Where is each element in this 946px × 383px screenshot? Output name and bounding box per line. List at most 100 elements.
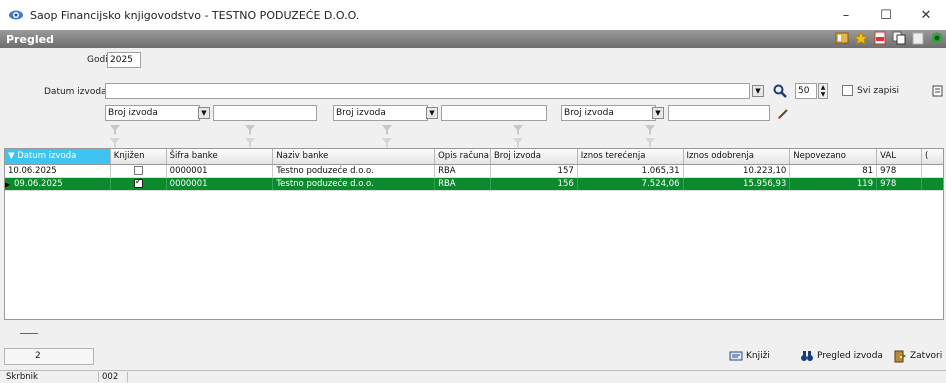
column-filter-icon[interactable] xyxy=(645,125,655,135)
statements-grid: ▼ Datum izvoda Knjižen Šifra banke Naziv… xyxy=(4,148,944,320)
knjizen-checkbox[interactable] xyxy=(133,178,143,188)
cell-more xyxy=(922,178,943,190)
table-row[interactable]: 10.06.2025 0000001 Testno poduzeće d.o.o… xyxy=(5,165,943,178)
godina-input[interactable]: 2025 xyxy=(107,52,141,68)
cell-nepov: 81 xyxy=(790,165,878,177)
layout-icon[interactable] xyxy=(835,31,849,45)
cell-sifra: 0000001 xyxy=(167,165,274,177)
window-titlebar: Saop Financijsko knjigovodstvo - TESTNO … xyxy=(0,0,946,30)
cell-knjizen xyxy=(111,178,167,190)
filter-field-3[interactable]: Broj izvoda xyxy=(561,105,656,121)
status-code: 002 xyxy=(98,372,128,382)
cell-odobr: 10.223,10 xyxy=(684,165,791,177)
cell-datum: 10.06.2025 xyxy=(5,165,111,177)
cell-nepov: 119 xyxy=(790,178,878,190)
cell-more xyxy=(922,165,943,177)
column-header-naziv-banke[interactable]: Naziv banke xyxy=(273,149,436,164)
view-header: Pregled xyxy=(0,30,946,48)
record-count: 2 xyxy=(4,348,94,365)
cell-datum-value: 09.06.2025 xyxy=(14,179,63,189)
column-filter-icon[interactable] xyxy=(513,125,523,135)
column-filter-icon[interactable] xyxy=(110,125,120,135)
refresh-icon[interactable] xyxy=(930,31,944,45)
svi-zapisi-label: Svi zapisi xyxy=(857,86,900,96)
filter-form: Godina 2025 Datum izvoda ▼ 50 ▲ ▼ Svi zap… xyxy=(0,48,946,148)
column-header-datum-izvoda[interactable]: ▼ Datum izvoda xyxy=(5,149,111,164)
column-header-more[interactable]: ( xyxy=(922,149,943,164)
svi-zapisi-checkbox[interactable] xyxy=(842,85,853,96)
cell-opis: RBA xyxy=(435,178,491,190)
cell-naziv: Testno poduzeće d.o.o. xyxy=(273,165,436,177)
filter-value-3[interactable] xyxy=(668,105,770,121)
row-pointer-icon: ▶ xyxy=(5,179,10,190)
favorite-star-icon[interactable] xyxy=(854,31,868,45)
cell-odobr: 15.956,93 xyxy=(684,178,791,190)
column-header-val[interactable]: VAL xyxy=(877,149,923,164)
cell-broj: 157 xyxy=(491,165,578,177)
cell-opis: RBA xyxy=(435,165,491,177)
column-header-sifra-banke[interactable]: Šifra banke xyxy=(167,149,274,164)
export-icon[interactable] xyxy=(932,84,946,98)
column-filter-icon[interactable] xyxy=(382,138,392,148)
column-filter-icon[interactable] xyxy=(245,138,255,148)
maximize-button[interactable]: ☐ xyxy=(866,0,906,30)
column-filter-icon[interactable] xyxy=(645,138,655,148)
pregled-izvoda-button[interactable]: Pregled izvoda xyxy=(800,347,883,365)
filter-field-3-dropdown[interactable]: ▼ xyxy=(652,107,664,119)
post-icon xyxy=(729,351,743,361)
view-title: Pregled xyxy=(6,32,54,46)
zatvori-button[interactable]: Zatvori xyxy=(893,347,942,365)
cell-val: 978 xyxy=(877,178,923,190)
status-user: Skrbnik xyxy=(6,372,38,382)
column-header-broj-izvoda[interactable]: Broj izvoda xyxy=(491,149,578,164)
close-button[interactable]: ✕ xyxy=(906,0,946,30)
filter-field-1-dropdown[interactable]: ▼ xyxy=(198,107,210,119)
column-filter-icon[interactable] xyxy=(513,138,523,148)
cell-val: 978 xyxy=(877,165,923,177)
cell-naziv: Testno poduzeće d.o.o. xyxy=(273,178,436,190)
filter-field-2-dropdown[interactable]: ▼ xyxy=(426,107,438,119)
pregled-izvoda-label: Pregled izvoda xyxy=(817,351,883,361)
cell-broj: 156 xyxy=(491,178,578,190)
cell-sifra: 0000001 xyxy=(167,178,274,190)
search-icon[interactable] xyxy=(773,84,787,98)
copy-icon[interactable] xyxy=(892,31,906,45)
pdf-icon[interactable] xyxy=(873,31,887,45)
column-header-iznos-terecenja[interactable]: Iznos terećenja xyxy=(578,149,684,164)
column-header-iznos-odobrenja[interactable]: Iznos odobrenja xyxy=(684,149,791,164)
cell-teret: 7.524,06 xyxy=(578,178,684,190)
paste-icon[interactable] xyxy=(911,31,925,45)
pencil-icon[interactable] xyxy=(777,108,789,120)
datum-dropdown-button[interactable]: ▼ xyxy=(752,85,764,97)
column-header-label: Datum izvoda xyxy=(17,151,77,161)
datum-izvoda-label: Datum izvoda xyxy=(44,87,107,97)
filter-field-1[interactable]: Broj izvoda xyxy=(105,105,200,121)
column-header-knjizen[interactable]: Knjižen xyxy=(111,149,167,164)
limit-input[interactable]: 50 xyxy=(795,83,817,99)
binoculars-icon xyxy=(801,351,813,361)
knjizi-button[interactable]: Knjiži xyxy=(729,347,770,365)
exit-icon xyxy=(894,350,906,363)
table-row-selected[interactable]: ▶ 09.06.2025 0000001 Testno poduzeće d.o.… xyxy=(5,178,943,191)
grid-header: ▼ Datum izvoda Knjižen Šifra banke Naziv… xyxy=(5,149,943,165)
filter-value-2[interactable] xyxy=(441,105,547,121)
limit-stepper[interactable]: ▲ ▼ xyxy=(818,83,828,99)
window-title: Saop Financijsko knjigovodstvo - TESTNO … xyxy=(30,8,360,22)
column-header-opis-racuna[interactable]: Opis računa xyxy=(435,149,491,164)
divider xyxy=(20,333,38,334)
filter-field-2[interactable]: Broj izvoda xyxy=(333,105,428,121)
minimize-button[interactable]: – xyxy=(826,0,866,30)
column-filter-icon[interactable] xyxy=(110,138,120,148)
knjizen-checkbox[interactable] xyxy=(133,166,143,175)
datum-izvoda-input[interactable] xyxy=(105,83,750,99)
column-filter-icon[interactable] xyxy=(245,125,255,135)
filter-value-1[interactable] xyxy=(213,105,317,121)
cell-datum: ▶ 09.06.2025 xyxy=(5,178,111,190)
cell-knjizen xyxy=(111,165,167,177)
column-filter-icon[interactable] xyxy=(382,125,392,135)
zatvori-label: Zatvori xyxy=(910,351,943,361)
column-header-nepovezano[interactable]: Nepovezano xyxy=(790,149,878,164)
cell-teret: 1.065,31 xyxy=(578,165,684,177)
app-logo-icon xyxy=(9,10,23,20)
status-bar: Skrbnik 002 xyxy=(0,370,946,383)
